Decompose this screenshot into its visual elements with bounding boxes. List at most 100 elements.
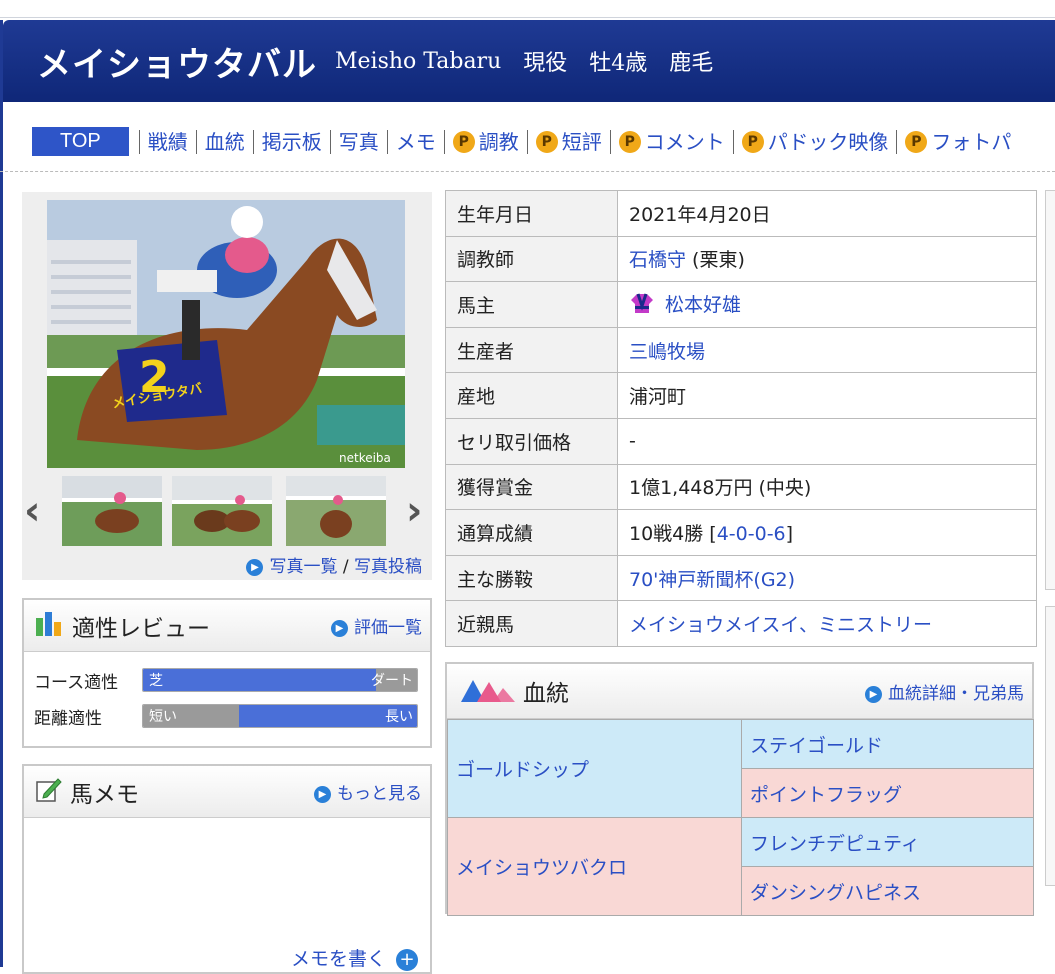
dam-sire-cell[interactable]: フレンチデピュティ (741, 817, 1034, 867)
main-win-link[interactable]: 70'神戸新聞杯(G2) (629, 569, 795, 591)
premium-p-icon: P (741, 130, 764, 153)
horse-memo-title: 馬メモ (70, 781, 139, 808)
tab-training[interactable]: P 調教 (443, 129, 527, 154)
bar-left-label: 芝 (149, 673, 163, 689)
plus-icon: + (396, 949, 418, 971)
aptitude-review-title: 適性レビュー (72, 615, 210, 642)
horse-name-en: Meisho Tabaru (335, 48, 502, 74)
table-row: 主な勝鞍 70'神戸新聞杯(G2) (445, 554, 1037, 602)
info-key: 通算成績 (445, 509, 618, 556)
photo-links: ▶ 写真一覧 / 写真投稿 (246, 552, 422, 577)
rating-list-link[interactable]: ▶ 評価一覧 (331, 613, 422, 638)
info-value: 松本好雄 (617, 281, 1037, 328)
tab-paddock-video[interactable]: P パドック映像 (732, 129, 897, 154)
memo-more-label: もっと見る (337, 784, 422, 804)
next-arrow-icon[interactable]: › (406, 488, 422, 534)
thumbnail-2[interactable] (172, 476, 272, 546)
tab-top[interactable]: TOP (32, 127, 129, 156)
bar-right-label: ダート (371, 673, 413, 689)
table-row: 調教師 石橋守 (栗東) (445, 235, 1037, 283)
photo-list-link[interactable]: 写真一覧 (269, 557, 337, 577)
tab-board[interactable]: 掲示板 (252, 129, 330, 154)
record-link[interactable]: 4-0-0-6 (717, 523, 786, 545)
tab-label: 調教 (478, 129, 519, 154)
info-key: 生産者 (445, 326, 618, 374)
horse-nav-tabs: TOP 戦績 血統 掲示板 写真 メモ P 調教 P 短評 P コメント P パドック映… (0, 112, 1055, 172)
aptitude-label: コース適性 (34, 672, 119, 693)
pedigree-table: ゴールドシップ ステイゴールド ポイントフラッグ メイショウツバクロ フレンチデ… (447, 719, 1034, 916)
aptitude-review-panel: 適性レビュー ▶ 評価一覧 コース適性 芝 ダート 距離適性 短い 長い (22, 598, 432, 748)
premium-p-icon: P (535, 130, 558, 153)
premium-p-icon: P (618, 130, 641, 153)
trainer-link[interactable]: 石橋守 (629, 249, 686, 271)
dam-dam-cell[interactable]: ダンシングハピネス (741, 866, 1034, 916)
memo-more-link[interactable]: ▶ もっと見る (314, 779, 422, 804)
relatives-link[interactable]: メイショウメイスイ、ミニストリー (629, 614, 932, 636)
info-key: 調教師 (445, 235, 618, 283)
table-row: 生年月日 2021年4月20日 (445, 190, 1037, 237)
pedigree-detail-link[interactable]: ▶ 血統詳細・兄弟馬 (865, 679, 1024, 704)
tab-label: 写真 (338, 129, 379, 154)
dam-cell[interactable]: メイショウツバクロ (447, 817, 742, 916)
horse-header: メイショウタバル Meisho Tabaru 現役 牡4歳 鹿毛 (3, 20, 1055, 102)
table-row: メイショウツバクロ フレンチデピュティ (447, 817, 1034, 916)
tab-photo-pack[interactable]: P フォトパ (896, 129, 1019, 154)
tab-label: 掲示板 (261, 129, 322, 154)
premium-p-icon: P (905, 130, 928, 153)
table-row: 馬主 松本好雄 (445, 281, 1037, 328)
info-value: メイショウメイスイ、ミニストリー (617, 600, 1037, 647)
aptitude-rows: コース適性 芝 ダート 距離適性 短い 長い (24, 652, 430, 734)
horse-name: メイショウタバル (37, 44, 317, 85)
table-row: セリ取引価格 - (445, 417, 1037, 465)
tab-label: 短評 (561, 129, 602, 154)
owner-link[interactable]: 松本好雄 (665, 294, 741, 316)
circle-arrow-icon: ▶ (314, 786, 331, 803)
horse-sex-age: 牡4歳 (589, 51, 648, 76)
bar-left-label: 短い (149, 709, 177, 725)
trainer-affiliation: (栗東) (686, 249, 745, 272)
sire-dam-cell[interactable]: ポイントフラッグ (741, 768, 1034, 818)
info-value: 石橋守 (栗東) (617, 235, 1037, 283)
course-aptitude-bar: 芝 ダート (142, 668, 418, 692)
breeder-link[interactable]: 三嶋牧場 (629, 341, 705, 363)
photo-post-link[interactable]: 写真投稿 (354, 557, 422, 577)
prev-arrow-icon[interactable]: ‹ (24, 488, 40, 534)
record-suffix: ] (785, 522, 794, 545)
tab-label: フォトパ (931, 129, 1012, 154)
info-key: 生年月日 (445, 190, 618, 237)
pedigree-title: 血統 (523, 681, 569, 707)
horse-memo-header: 馬メモ ▶ もっと見る (24, 766, 430, 818)
horse-info-table: 生年月日 2021年4月20日 調教師 石橋守 (栗東) 馬主 松本好雄 生産者… (445, 190, 1037, 647)
sire-cell[interactable]: ゴールドシップ (447, 719, 742, 818)
record-prefix: 10戦4勝 [ (629, 522, 717, 545)
tab-photos[interactable]: 写真 (329, 129, 387, 154)
tab-results[interactable]: 戦績 (138, 129, 196, 154)
tab-label: メモ (395, 129, 436, 154)
info-value: 70'神戸新聞杯(G2) (617, 554, 1037, 602)
pedigree-panel: 血統 ▶ 血統詳細・兄弟馬 ゴールドシップ ステイゴールド ポイントフラッグ メイ… (445, 662, 1034, 916)
main-horse-photo[interactable]: 2 メイショウタバ netkeiba (47, 200, 405, 468)
info-value: 10戦4勝 [4-0-0-6] (617, 509, 1037, 556)
thumbnail-3[interactable] (286, 476, 386, 546)
bar-fill (143, 669, 376, 691)
tab-label: パドック映像 (767, 129, 889, 154)
thumbnail-1[interactable] (62, 476, 162, 546)
course-aptitude-row: コース適性 芝 ダート (24, 662, 430, 698)
aptitude-label: 距離適性 (34, 708, 102, 729)
photo-gallery: 2 メイショウタバ netkeiba ‹ › ▶ 写真一覧 / 写真投稿 (22, 192, 432, 580)
tab-pedigree[interactable]: 血統 (195, 129, 253, 154)
browser-top-strip (0, 0, 1055, 18)
distance-aptitude-bar: 短い 長い (142, 704, 418, 728)
bar-chart-icon (34, 610, 64, 642)
info-key: 馬主 (445, 281, 618, 328)
info-key: 主な勝鞍 (445, 554, 618, 602)
rating-list-label: 評価一覧 (354, 618, 422, 638)
table-row: 産地 浦河町 (445, 372, 1037, 419)
tab-memo[interactable]: メモ (386, 129, 444, 154)
photo-watermark: netkeiba (339, 451, 391, 465)
tab-short-review[interactable]: P 短評 (526, 129, 610, 154)
tab-comment[interactable]: P コメント (609, 129, 733, 154)
premium-p-icon: P (452, 130, 475, 153)
sire-sire-cell[interactable]: ステイゴールド (741, 719, 1034, 769)
info-key: 獲得賞金 (445, 463, 618, 511)
